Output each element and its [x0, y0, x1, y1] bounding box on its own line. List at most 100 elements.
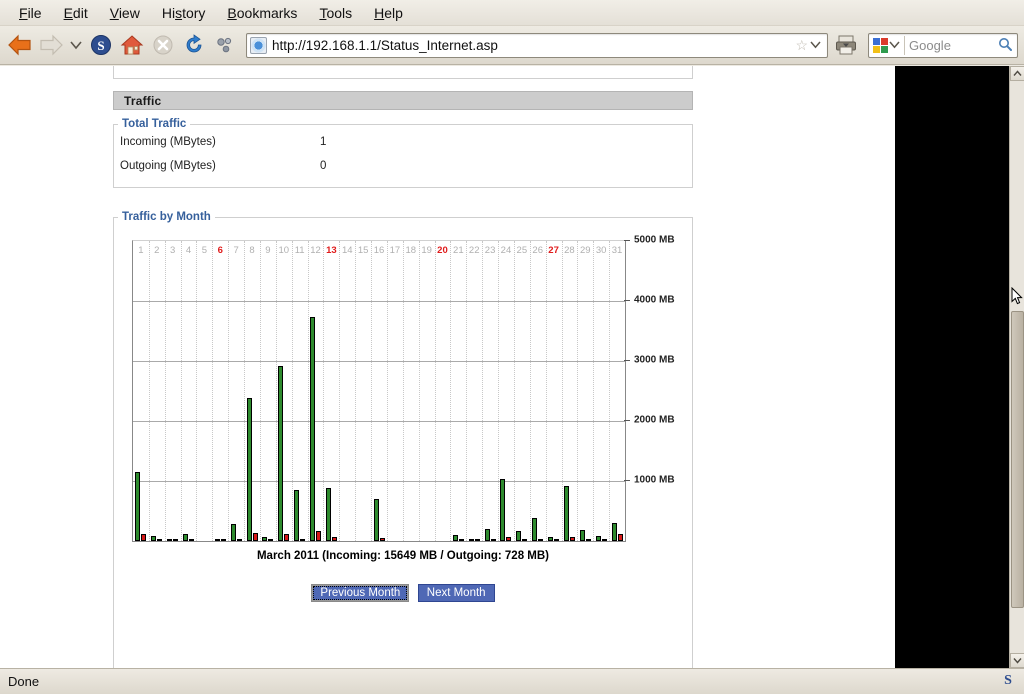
- history-dropdown-button[interactable]: [68, 31, 84, 59]
- chart-vgrid-line: [513, 241, 515, 541]
- chart-vgrid-line: [259, 241, 261, 541]
- addons-button[interactable]: [211, 31, 239, 59]
- chart-bar-incoming: [167, 539, 173, 541]
- stop-icon: [153, 35, 173, 55]
- vertical-scrollbar[interactable]: [1009, 66, 1024, 668]
- bookmark-star-icon[interactable]: ☆: [795, 37, 808, 54]
- chevron-down-icon: [1013, 658, 1022, 664]
- stumbleupon-button[interactable]: S: [87, 31, 115, 59]
- incoming-value: 1: [320, 136, 327, 148]
- page-viewport: Traffic Total Traffic Incoming (MBytes) …: [0, 66, 1009, 668]
- chart-bar-incoming: [183, 534, 189, 541]
- chart-bar-incoming: [230, 524, 236, 541]
- chart-vgrid-line: [228, 241, 230, 541]
- scrollbar-thumb[interactable]: [1011, 311, 1024, 608]
- menu-history[interactable]: History: [151, 3, 217, 23]
- print-button[interactable]: [831, 31, 861, 59]
- chart-vgrid-line: [593, 241, 595, 541]
- chart-y-tick-label: 2000 MB: [634, 414, 675, 426]
- back-button[interactable]: [6, 31, 34, 59]
- chart-bar-incoming: [484, 529, 490, 541]
- google-icon[interactable]: [872, 37, 889, 54]
- search-bar[interactable]: Google: [868, 32, 1018, 58]
- menu-file[interactable]: File: [8, 3, 53, 23]
- chart-y-tick-mark: [624, 420, 630, 421]
- chart-y-tick-label: 5000 MB: [634, 234, 675, 246]
- table-row: Incoming (MBytes) 1: [114, 136, 692, 148]
- stumbleupon-icon: S: [91, 35, 111, 55]
- browser-window: File Edit View History Bookmarks Tools H…: [0, 0, 1024, 694]
- forward-button[interactable]: [37, 31, 65, 59]
- traffic-by-month-legend: Traffic by Month: [122, 211, 211, 223]
- router-status-page: Traffic Total Traffic Incoming (MBytes) …: [0, 66, 895, 668]
- chart-bar-outgoing: [141, 533, 147, 541]
- menu-bookmarks[interactable]: Bookmarks: [216, 3, 308, 23]
- chart-vgrid-line: [164, 241, 166, 541]
- chart-bar-incoming: [135, 472, 141, 541]
- url-text[interactable]: http://192.168.1.1/Status_Internet.asp: [272, 38, 795, 53]
- chart-y-tick-mark: [624, 240, 630, 241]
- chart-vgrid-line: [577, 241, 579, 541]
- total-traffic-box: Total Traffic Incoming (MBytes) 1 Outgoi…: [113, 118, 693, 188]
- menu-bookmarks-rest: ookmarks: [236, 4, 298, 21]
- chart-vgrid-line: [355, 241, 357, 541]
- chart-vgrid-line: [402, 241, 404, 541]
- chart-hgrid-line: [133, 481, 625, 482]
- chart-bar-outgoing: [601, 539, 607, 541]
- menu-help[interactable]: Help: [363, 3, 414, 23]
- chart-bar-outgoing: [569, 537, 575, 541]
- outgoing-label: Outgoing (MBytes): [120, 160, 216, 172]
- menu-bar: File Edit View History Bookmarks Tools H…: [0, 0, 1024, 26]
- menu-tools[interactable]: Tools: [308, 3, 363, 23]
- url-bar[interactable]: http://192.168.1.1/Status_Internet.asp ☆: [246, 32, 828, 58]
- page-background-gutter: [895, 66, 1009, 668]
- chart-bar-outgoing: [379, 538, 385, 541]
- chart-caption: March 2011 (Incoming: 15649 MB / Outgoin…: [256, 550, 550, 562]
- navigation-toolbar: S http://192.168.1.1/Status_Internet.asp…: [0, 26, 1024, 65]
- chart-bar-incoming: [278, 365, 284, 541]
- back-arrow-icon: [8, 34, 31, 56]
- scroll-up-button[interactable]: [1010, 66, 1024, 81]
- chart-y-tick-mark: [624, 360, 630, 361]
- reload-button[interactable]: [180, 31, 208, 59]
- chart-plot-area: 1 2 3 4 5 6 7 8 9 10 11 12 13 14 15 16 17 18 19 20 21 22 23 24 2…: [132, 240, 626, 542]
- chevron-down-icon: [889, 41, 900, 49]
- month-navigation: Previous Month Next Month: [114, 583, 692, 602]
- mouse-cursor: [1011, 286, 1023, 311]
- chart-bar-outgoing: [236, 539, 242, 541]
- search-input[interactable]: Google: [909, 38, 998, 53]
- chart-vgrid-line: [386, 241, 388, 541]
- previous-month-button[interactable]: Previous Month: [311, 584, 410, 602]
- chart-vgrid-line: [545, 241, 547, 541]
- svg-text:S: S: [97, 38, 104, 53]
- chart-y-tick-mark: [624, 300, 630, 301]
- scroll-down-button[interactable]: [1010, 653, 1024, 668]
- stop-button[interactable]: [149, 31, 177, 59]
- chart-vgrid-line: [196, 241, 198, 541]
- home-button[interactable]: [118, 31, 146, 59]
- search-engine-dropdown-icon[interactable]: [889, 36, 900, 54]
- menu-edit[interactable]: Edit: [53, 3, 99, 23]
- chart-vgrid-line: [307, 241, 309, 541]
- chart-bar-incoming: [294, 490, 300, 541]
- status-bar: Done S: [0, 668, 1024, 694]
- menu-help-rest: elp: [384, 4, 403, 21]
- chart-vgrid-line: [561, 241, 563, 541]
- chart-bar-outgoing: [268, 539, 274, 541]
- chevron-down-icon: [810, 41, 821, 49]
- stumbleupon-status-icon[interactable]: S: [1000, 671, 1016, 692]
- url-dropdown-icon[interactable]: [810, 36, 821, 54]
- chart-bar-incoming: [452, 535, 458, 541]
- search-icon[interactable]: [998, 37, 1012, 54]
- menu-file-rest: ile: [27, 4, 42, 21]
- menu-view[interactable]: View: [99, 3, 151, 23]
- search-divider: [904, 35, 905, 55]
- stumbleupon-small-icon: S: [1004, 673, 1012, 688]
- chart-bar-outgoing: [189, 539, 195, 541]
- chart-bar-incoming: [611, 523, 617, 541]
- total-traffic-legend: Total Traffic: [122, 118, 187, 130]
- next-month-button[interactable]: Next Month: [417, 584, 495, 602]
- chart-vgrid-line: [212, 241, 214, 541]
- chart-bar-incoming: [595, 535, 601, 541]
- chart-vgrid-line: [291, 241, 293, 541]
